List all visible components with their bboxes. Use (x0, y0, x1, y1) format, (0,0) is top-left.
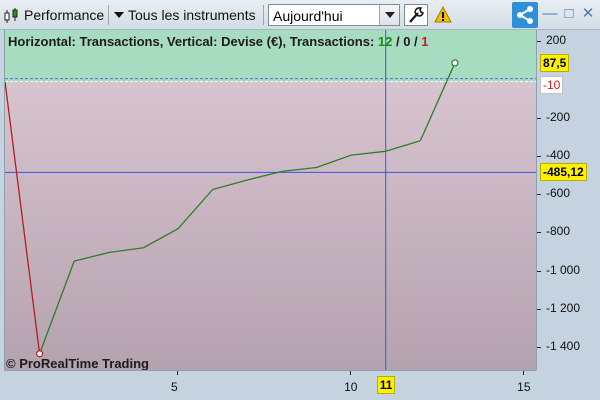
period-select[interactable]: Aujourd'hui (268, 4, 400, 26)
y-axis-line (536, 30, 537, 370)
info-text: Horizontal: Transactions, Vertical: Devi… (8, 34, 378, 49)
close-icon[interactable]: ✕ (580, 5, 596, 23)
caret-down-icon[interactable] (114, 12, 124, 18)
performance-label: Performance (24, 7, 105, 23)
losers-count: 1 (421, 34, 429, 49)
minimize-icon[interactable]: — (542, 5, 558, 23)
warning-icon[interactable] (434, 6, 452, 24)
x-tick-label: 10 (344, 380, 358, 394)
wrench-icon (409, 7, 424, 23)
info-separator: / (392, 34, 404, 49)
info-separator: / (410, 34, 422, 49)
performance-button[interactable]: Performance (24, 4, 104, 26)
chevron-down-icon[interactable] (379, 5, 399, 25)
x-tick-label: 5 (171, 380, 178, 394)
curve-point (451, 59, 459, 67)
last-value-badge: 87,5 (540, 53, 570, 72)
x-axis-line (4, 370, 536, 371)
y-tick-label: -1 400 (546, 339, 581, 354)
y-tick-label: -200 (546, 109, 571, 124)
toolbar-divider (263, 5, 264, 25)
candlestick-icon (4, 8, 18, 23)
y-tick-label: -600 (546, 186, 571, 201)
crosshair-x-badge: 11 (376, 376, 396, 394)
chart-canvas[interactable] (5, 30, 536, 370)
toolbar-divider (108, 5, 109, 25)
toolbar: Performance Tous les instruments Aujourd… (0, 0, 600, 30)
maximize-icon[interactable]: □ (561, 5, 577, 23)
instruments-label: Tous les instruments (128, 7, 256, 23)
period-value: Aujourd'hui (273, 8, 343, 24)
winners-count: 12 (377, 34, 393, 49)
y-tick-label: -400 (546, 148, 571, 163)
y-tick-label: 200 (546, 33, 567, 48)
loss-zone (5, 81, 536, 370)
x-tick-label: 15 (517, 380, 531, 394)
share-button[interactable] (512, 2, 538, 28)
baseline-badge: -10 (540, 75, 564, 94)
y-tick-label: -1 000 (546, 262, 581, 277)
watermark: © ProRealTime Trading (6, 356, 149, 371)
instruments-dropdown[interactable]: Tous les instruments (128, 4, 256, 26)
share-icon (517, 6, 533, 24)
settings-button[interactable] (404, 4, 428, 26)
crosshair-value-badge: -485,12 (540, 163, 587, 182)
chart-info-line: Horizontal: Transactions, Vertical: Devi… (8, 34, 429, 49)
y-tick-label: -800 (546, 224, 571, 239)
equity-chart[interactable] (4, 30, 536, 370)
y-tick-label: -1 200 (546, 300, 581, 315)
